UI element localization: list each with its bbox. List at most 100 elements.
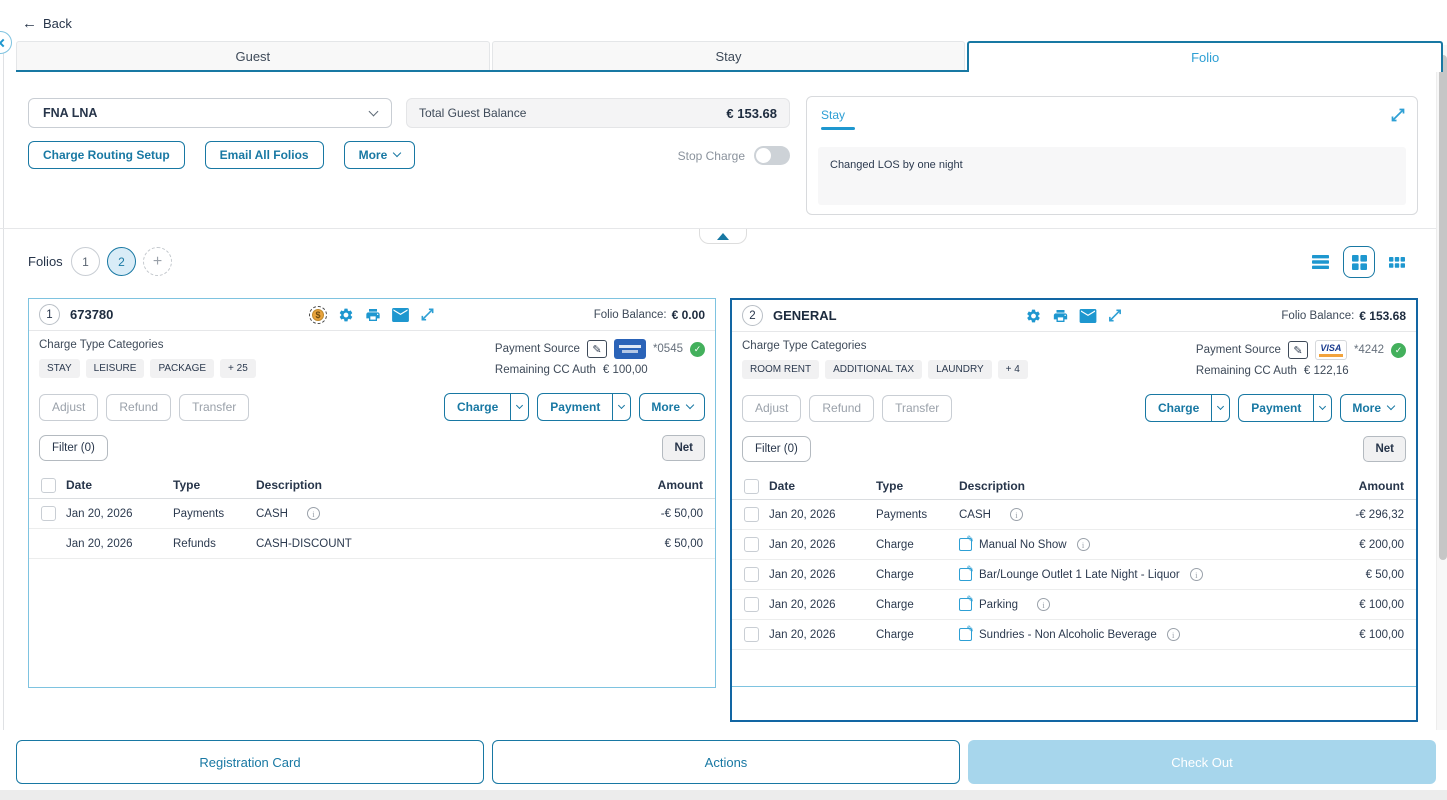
charge-button[interactable]: Charge [1146, 395, 1211, 421]
folio-card-2-subheader: Charge Type Categories ROOM RENT ADDITIO… [732, 332, 1416, 388]
row-checkbox[interactable] [744, 627, 759, 642]
email-icon[interactable] [1080, 309, 1097, 323]
expand-icon[interactable] [1108, 308, 1123, 323]
charge-dropdown-caret[interactable] [510, 394, 528, 420]
row-checkbox[interactable] [41, 506, 56, 521]
edit-charge-icon[interactable] [959, 628, 972, 641]
info-icon[interactable] [1167, 628, 1180, 641]
tab-guest-label: Guest [235, 49, 270, 64]
adjust-label: Adjust [52, 400, 85, 414]
auto-charge-coin-icon[interactable] [309, 306, 327, 324]
registration-card-button[interactable]: Registration Card [16, 740, 484, 784]
info-icon[interactable] [1190, 568, 1203, 581]
payment-dropdown-caret[interactable] [1313, 395, 1331, 421]
info-icon[interactable] [307, 507, 320, 520]
refund-button[interactable]: Refund [809, 395, 874, 422]
cc-auth-label: Remaining CC Auth [1196, 365, 1297, 377]
scrollbar-thumb[interactable] [1439, 55, 1447, 560]
tab-guest[interactable]: Guest [16, 41, 490, 70]
collapse-section-button[interactable] [699, 229, 747, 244]
stop-charge-toggle[interactable] [754, 146, 790, 165]
tab-folio-label: Folio [1191, 50, 1219, 65]
filter-button[interactable]: Filter (0) [39, 435, 108, 461]
row-description: CASH-DISCOUNT [256, 538, 352, 550]
back-button[interactable]: Back [22, 15, 72, 32]
edit-payment-source-button[interactable] [1288, 341, 1308, 359]
folio-group-select[interactable]: FNA LNA [28, 98, 392, 128]
col-amount-header: Amount [595, 478, 715, 492]
notes-tab-stay[interactable]: Stay [821, 108, 845, 122]
grid-2-view-button[interactable] [1343, 246, 1375, 278]
folio-pill-2[interactable]: 2 [107, 247, 136, 276]
filter-button[interactable]: Filter (0) [742, 436, 811, 462]
refund-button[interactable]: Refund [106, 394, 171, 421]
folio-pill-1[interactable]: 1 [71, 247, 100, 276]
categories-label: Charge Type Categories [39, 339, 256, 351]
payment-button[interactable]: Payment [1239, 395, 1313, 421]
row-type: Charge [876, 629, 959, 641]
email-icon[interactable] [392, 308, 409, 322]
info-icon[interactable] [1077, 538, 1090, 551]
edit-charge-icon[interactable] [959, 598, 972, 611]
select-all-checkbox[interactable] [41, 478, 56, 493]
actions-button[interactable]: Actions [492, 740, 960, 784]
payment-dropdown-caret[interactable] [612, 394, 630, 420]
pane-edge-divider [3, 53, 4, 730]
edit-charge-icon[interactable] [959, 538, 972, 551]
net-toggle-button[interactable]: Net [1363, 436, 1406, 462]
stop-charge-label: Stop Charge [678, 149, 745, 163]
folio-screen: Back Guest Stay Folio FNA LNA Total Gues… [0, 0, 1447, 800]
adjust-button[interactable]: Adjust [39, 394, 98, 421]
list-view-icon[interactable] [1312, 255, 1329, 269]
tab-stay[interactable]: Stay [492, 41, 966, 70]
email-all-folios-button[interactable]: Email All Folios [205, 141, 324, 169]
edit-payment-source-button[interactable] [587, 340, 607, 358]
info-icon[interactable] [1037, 598, 1050, 611]
row-type: Payments [876, 509, 959, 521]
card-more-button[interactable]: More [1340, 394, 1406, 422]
check-out-label: Check Out [1171, 755, 1232, 770]
charge-type-categories: Charge Type Categories STAY LEISURE PACK… [39, 339, 256, 378]
category-chip-more[interactable]: + 4 [998, 360, 1028, 379]
charge-routing-setup-button[interactable]: Charge Routing Setup [28, 141, 185, 169]
charge-button[interactable]: Charge [445, 394, 510, 420]
adjust-button[interactable]: Adjust [742, 395, 801, 422]
info-icon[interactable] [1010, 508, 1023, 521]
folio-card-1: 1 673780 Folio Balance: € [28, 298, 716, 688]
scrollbar-track[interactable] [1436, 45, 1447, 730]
check-out-button[interactable]: Check Out [968, 740, 1436, 784]
card-more-button[interactable]: More [639, 393, 705, 421]
add-folio-button[interactable] [143, 247, 172, 276]
expand-icon[interactable] [1390, 107, 1406, 126]
toolbar-more-button[interactable]: More [344, 141, 416, 169]
folio-balance-value: € 153.68 [1359, 309, 1406, 323]
printer-icon[interactable] [365, 307, 381, 323]
row-checkbox[interactable] [744, 567, 759, 582]
tab-folio[interactable]: Folio [967, 41, 1443, 72]
transfer-button[interactable]: Transfer [882, 395, 952, 422]
printer-icon[interactable] [1053, 308, 1069, 324]
registration-card-label: Registration Card [199, 755, 300, 770]
payment-button[interactable]: Payment [538, 394, 612, 420]
expand-icon[interactable] [420, 307, 435, 322]
collapse-panel-button[interactable] [0, 31, 12, 54]
category-chip-more[interactable]: + 25 [220, 359, 256, 378]
charge-dropdown-caret[interactable] [1211, 395, 1229, 421]
cc-auth-value: € 100,00 [603, 364, 648, 376]
col-description-header: Description [959, 479, 1296, 493]
grid-3-view-icon[interactable] [1389, 257, 1405, 268]
edit-charge-icon[interactable] [959, 568, 972, 581]
net-toggle-button[interactable]: Net [662, 435, 705, 461]
transfer-label: Transfer [192, 400, 236, 414]
row-checkbox[interactable] [744, 537, 759, 552]
gear-icon[interactable] [338, 307, 354, 323]
row-type: Payments [173, 508, 256, 520]
select-all-checkbox[interactable] [744, 479, 759, 494]
tab-underline [16, 70, 973, 72]
transfer-button[interactable]: Transfer [179, 394, 249, 421]
tab-stay-label: Stay [716, 49, 742, 64]
row-checkbox[interactable] [744, 597, 759, 612]
gear-icon[interactable] [1026, 308, 1042, 324]
row-checkbox[interactable] [744, 507, 759, 522]
table-row: Jan 20, 2026 Payments CASH -€ 296,32 [732, 500, 1416, 530]
